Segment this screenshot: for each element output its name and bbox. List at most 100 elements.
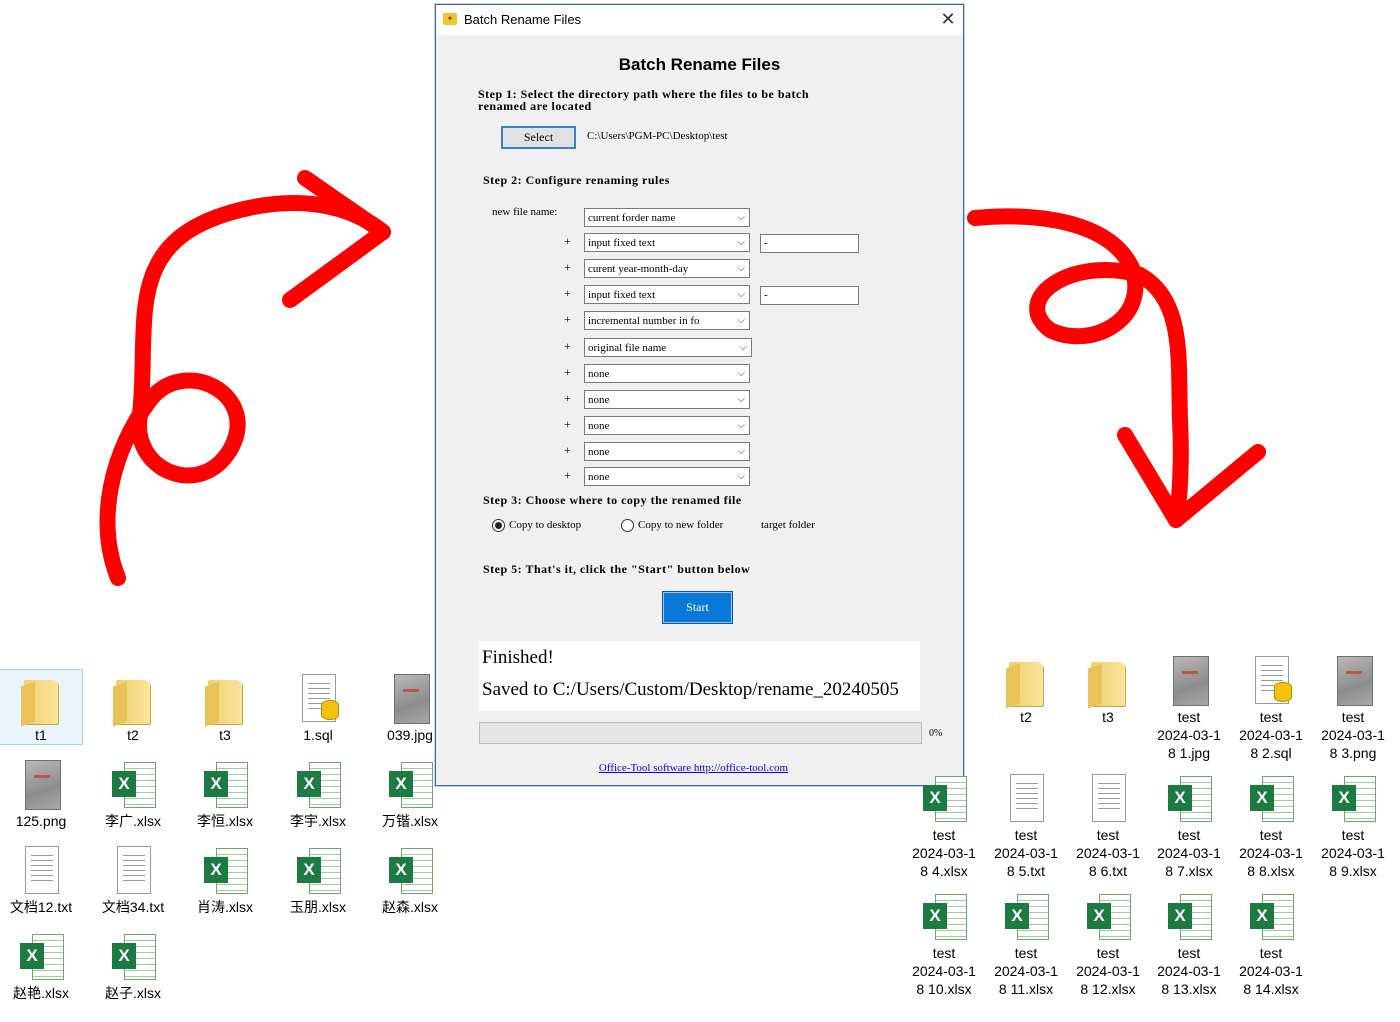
desktop-file-item[interactable]: X 肖涛.xlsx bbox=[184, 842, 266, 916]
rule-plus-sign: + bbox=[564, 339, 571, 353]
desktop-file-item[interactable]: test 2024-03-1 8 2.sql bbox=[1230, 652, 1312, 762]
desktop-file-item[interactable]: test 2024-03-1 8 3.png bbox=[1312, 652, 1394, 762]
step1-instruction: Step 1: Select the directory path where … bbox=[478, 88, 809, 112]
copy-to-desktop-radio[interactable] bbox=[492, 519, 505, 532]
rule-select-value: none bbox=[588, 446, 610, 458]
file-icon-wrapper: X bbox=[1083, 888, 1133, 944]
desktop-file-item[interactable]: test 2024-03-1 8 6.txt bbox=[1067, 770, 1149, 880]
chevron-down-icon: ⌵ bbox=[737, 420, 745, 431]
rule-select-6[interactable]: original file name ⌵ bbox=[584, 338, 752, 357]
desktop-file-item[interactable]: test 2024-03-1 8 5.txt bbox=[985, 770, 1067, 880]
rule-plus-sign: + bbox=[564, 234, 571, 248]
desktop-file-item[interactable]: test 2024-03-1 8 1.jpg bbox=[1148, 652, 1230, 762]
folder-icon bbox=[1009, 662, 1043, 706]
rule-fixed-text-input[interactable]: - bbox=[760, 286, 859, 305]
file-icon-wrapper bbox=[108, 670, 158, 726]
desktop-file-item[interactable]: Xtest 2024-03-1 8 14.xlsx bbox=[1230, 888, 1312, 998]
desktop-file-item[interactable]: 125.png bbox=[0, 756, 82, 830]
file-name: 李恒.xlsx bbox=[197, 813, 253, 829]
window-title: Batch Rename Files bbox=[464, 12, 582, 27]
file-icon-wrapper: X bbox=[1164, 888, 1214, 944]
rule-select-1[interactable]: current forder name ⌵ bbox=[584, 208, 750, 227]
rule-plus-sign: + bbox=[564, 417, 571, 431]
desktop-file-item[interactable]: t3 bbox=[184, 670, 266, 744]
desktop-file-item[interactable]: X 赵艳.xlsx bbox=[0, 928, 82, 1002]
desktop-file-item[interactable]: Xtest 2024-03-1 8 11.xlsx bbox=[985, 888, 1067, 998]
file-icon-wrapper bbox=[1164, 652, 1214, 708]
file-name: t3 bbox=[1102, 709, 1114, 725]
rule-select-10[interactable]: none ⌵ bbox=[584, 442, 750, 461]
start-button[interactable]: Start bbox=[662, 591, 733, 624]
file-icon-wrapper bbox=[16, 842, 66, 898]
rule-select-9[interactable]: none ⌵ bbox=[584, 416, 750, 435]
left-curved-arrow bbox=[99, 195, 391, 586]
file-icon-wrapper bbox=[16, 756, 66, 812]
step3-instruction: Step 3: Choose where to copy the renamed… bbox=[483, 493, 742, 507]
desktop-file-item[interactable]: X 玉朋.xlsx bbox=[277, 842, 359, 916]
file-name: 赵子.xlsx bbox=[105, 985, 161, 1001]
desktop-file-item[interactable]: t3 bbox=[1067, 652, 1149, 726]
rule-select-value: input fixed text bbox=[588, 237, 656, 249]
file-icon-wrapper bbox=[200, 670, 250, 726]
file-name: test 2024-03-1 8 2.sql bbox=[1239, 709, 1303, 761]
rule-select-value: original file name bbox=[588, 342, 667, 354]
rule-fixed-text-input[interactable]: - bbox=[760, 234, 859, 253]
rule-select-2[interactable]: input fixed text ⌵ bbox=[584, 233, 750, 252]
copy-to-new-folder-label[interactable]: Copy to new folder bbox=[638, 519, 723, 531]
file-icon-wrapper: X bbox=[293, 756, 343, 812]
text-file-icon bbox=[25, 846, 59, 894]
file-icon-wrapper: X bbox=[919, 888, 969, 944]
desktop-file-item[interactable]: 文档34.txt bbox=[92, 842, 174, 916]
desktop-file-item[interactable]: X 赵森.xlsx bbox=[369, 842, 451, 916]
file-icon-wrapper: X bbox=[385, 842, 435, 898]
office-tool-link[interactable]: Office-Tool software http://office-tool.… bbox=[436, 762, 951, 774]
output-status: Finished! bbox=[482, 647, 554, 668]
chevron-down-icon: ⌵ bbox=[739, 342, 747, 353]
database-icon bbox=[321, 700, 339, 720]
desktop-file-item[interactable]: X 李宇.xlsx bbox=[277, 756, 359, 830]
desktop-file-item[interactable]: Xtest 2024-03-1 8 8.xlsx bbox=[1230, 770, 1312, 880]
desktop-file-item[interactable]: Xtest 2024-03-1 8 9.xlsx bbox=[1312, 770, 1394, 880]
rule-select-value: current forder name bbox=[588, 212, 676, 224]
chevron-down-icon: ⌵ bbox=[737, 315, 745, 326]
file-name: test 2024-03-1 8 3.png bbox=[1321, 709, 1385, 761]
desktop-file-item[interactable]: t1 bbox=[0, 669, 83, 745]
desktop-file-item[interactable]: 文档12.txt bbox=[0, 842, 82, 916]
right-curved-arrow bbox=[967, 208, 1189, 528]
desktop-file-item[interactable]: Xtest 2024-03-1 8 4.xlsx bbox=[903, 770, 985, 880]
file-name: 肖涛.xlsx bbox=[197, 899, 253, 915]
desktop-file-item[interactable]: Xtest 2024-03-1 8 13.xlsx bbox=[1148, 888, 1230, 998]
desktop-file-item[interactable]: Xtest 2024-03-1 8 12.xlsx bbox=[1067, 888, 1149, 998]
desktop-file-item[interactable]: X 万锴.xlsx bbox=[369, 756, 451, 830]
rule-select-11[interactable]: none ⌵ bbox=[584, 467, 750, 486]
desktop-file-item[interactable]: X 李广.xlsx bbox=[92, 756, 174, 830]
rule-select-4[interactable]: input fixed text ⌵ bbox=[584, 285, 750, 304]
rule-select-3[interactable]: curent year-month-day ⌵ bbox=[584, 259, 750, 278]
rule-select-5[interactable]: incremental number in fo ⌵ bbox=[584, 311, 750, 330]
rule-select-7[interactable]: none ⌵ bbox=[584, 364, 750, 383]
desktop-file-item[interactable]: 039.jpg bbox=[369, 670, 451, 744]
copy-to-new-folder-radio[interactable] bbox=[621, 519, 634, 532]
desktop-file-item[interactable]: t2 bbox=[92, 670, 174, 744]
file-name: test 2024-03-1 8 7.xlsx bbox=[1157, 827, 1221, 879]
file-name: t2 bbox=[1020, 709, 1032, 725]
desktop-file-item[interactable]: Xtest 2024-03-1 8 7.xlsx bbox=[1148, 770, 1230, 880]
new-file-name-label: new file name: bbox=[492, 206, 558, 218]
desktop-file-item[interactable]: 1.sql bbox=[277, 670, 359, 744]
select-directory-button[interactable]: Select bbox=[501, 126, 576, 149]
file-icon-wrapper bbox=[1001, 770, 1051, 826]
desktop-file-item[interactable]: X 赵子.xlsx bbox=[92, 928, 174, 1002]
excel-x-logo: X bbox=[1250, 903, 1274, 929]
rule-select-value: none bbox=[588, 471, 610, 483]
copy-to-desktop-label[interactable]: Copy to desktop bbox=[509, 519, 581, 531]
file-icon-wrapper: X bbox=[16, 928, 66, 984]
close-button[interactable]: ✕ bbox=[933, 5, 963, 35]
database-icon bbox=[1274, 682, 1292, 702]
rule-select-8[interactable]: none ⌵ bbox=[584, 390, 750, 409]
desktop-file-item[interactable]: X 李恒.xlsx bbox=[184, 756, 266, 830]
desktop-file-item[interactable]: Xtest 2024-03-1 8 10.xlsx bbox=[903, 888, 985, 998]
target-folder-label: target folder bbox=[761, 519, 815, 531]
desktop-file-item[interactable]: t2 bbox=[985, 652, 1067, 726]
step2-instruction: Step 2: Configure renaming rules bbox=[483, 173, 670, 187]
file-icon-wrapper bbox=[16, 670, 66, 726]
